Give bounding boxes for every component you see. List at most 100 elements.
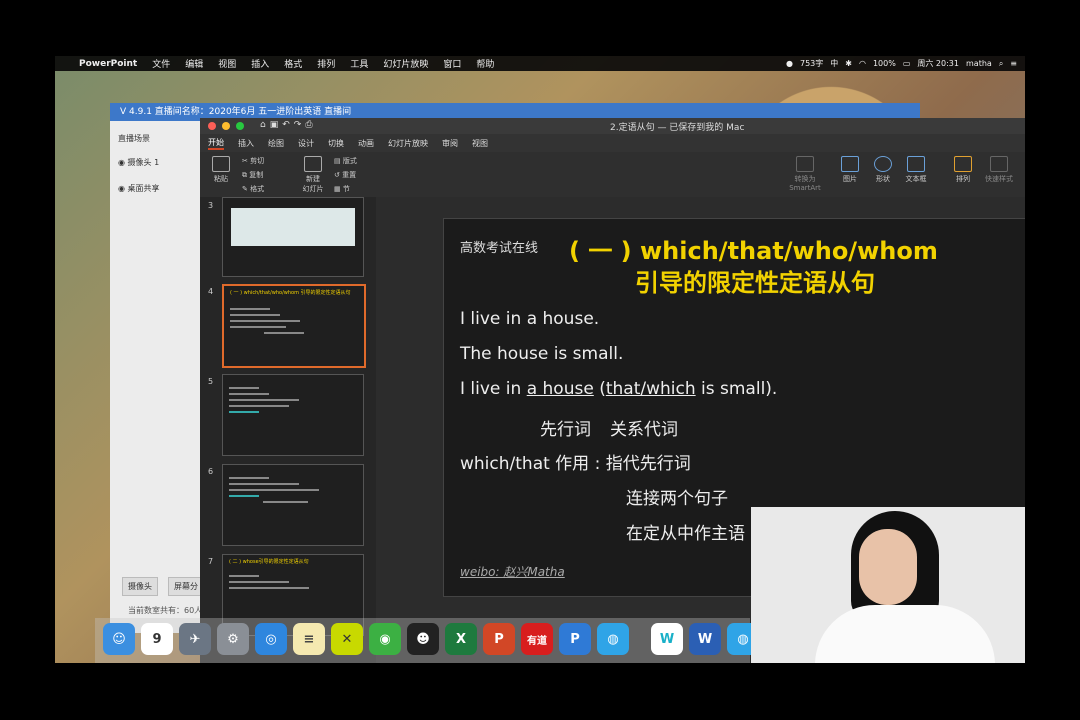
wifi-icon[interactable]: ◠	[859, 59, 866, 68]
scenes-header: 直播场景	[118, 134, 150, 143]
menu-view[interactable]: 视图	[218, 57, 236, 70]
relative-pronoun-label: 关系代词	[610, 420, 678, 440]
thumbnail-table	[231, 208, 355, 246]
layout-button[interactable]: ▤ 版式	[334, 154, 374, 168]
eye-icon[interactable]: ◉	[118, 184, 128, 193]
clock[interactable]: 周六 20:31	[917, 58, 959, 69]
source-desktop[interactable]: ◉ 桌面共享	[118, 183, 160, 194]
source-desktop-label: 桌面共享	[127, 184, 160, 193]
tab-review[interactable]: 审阅	[442, 138, 458, 149]
menu-format[interactable]: 格式	[284, 57, 302, 70]
wechat-dock-icon[interactable]: ◉	[369, 623, 401, 655]
section-button[interactable]: ▦ 节	[334, 182, 374, 196]
redo-icon[interactable]: ↷	[294, 120, 306, 130]
slide-title-line1: ( 一 ) which/that/who/whom	[569, 237, 938, 265]
home-icon[interactable]: ⌂	[260, 120, 270, 130]
close-icon[interactable]	[208, 122, 216, 130]
list-icon[interactable]: ≡	[1010, 59, 1017, 68]
safari-icon[interactable]: ◎	[255, 623, 287, 655]
youdao-icon[interactable]: 有道	[521, 623, 553, 655]
wechat-icon[interactable]: ●	[786, 59, 793, 68]
finder-icon[interactable]: ☺	[103, 623, 135, 655]
arrange-icon	[954, 156, 972, 172]
quick-style-button[interactable]: 快速样式	[981, 152, 1017, 184]
source-camera-label: 摄像头 1	[127, 158, 160, 167]
clipboard-group: ✂ 剪切 ⧉ 复制 ✎ 格式	[242, 154, 282, 196]
excel-icon[interactable]: X	[445, 623, 477, 655]
slide-thumbnail-3[interactable]	[222, 197, 364, 277]
menu-help[interactable]: 帮助	[476, 57, 494, 70]
menu-window[interactable]: 窗口	[443, 57, 461, 70]
xmind-icon[interactable]: ✕	[331, 623, 363, 655]
powerpoint-icon[interactable]: P	[483, 623, 515, 655]
picture-button[interactable]: 图片	[835, 152, 865, 184]
format-painter-button[interactable]: ✎ 格式	[242, 182, 282, 196]
qq-icon[interactable]: ☻	[407, 623, 439, 655]
slide-thumbnail-6[interactable]	[222, 464, 364, 546]
reset-button[interactable]: ↺ 重置	[334, 168, 374, 182]
new-slide-button[interactable]: 新建 幻灯片	[296, 152, 330, 194]
tab-transitions[interactable]: 切换	[328, 138, 344, 149]
menu-app-name[interactable]: PowerPoint	[79, 59, 137, 69]
ribbon: 粘贴 ✂ 剪切 ⧉ 复制 ✎ 格式 新建 幻灯片 ▤ 版式 ↺ 重置 ▦ 节 转…	[200, 152, 1025, 197]
menu-arrange[interactable]: 排列	[317, 57, 335, 70]
tab-view[interactable]: 视图	[472, 138, 488, 149]
ribbon-tabs: 开始 插入 绘图 设计 切换 动画 幻灯片放映 审阅 视图	[200, 134, 1025, 152]
p-app-icon[interactable]: P	[559, 623, 591, 655]
tab-draw[interactable]: 绘图	[268, 138, 284, 149]
shape-button[interactable]: 形状	[868, 152, 898, 184]
smartart-button[interactable]: 转换为 SmartArt	[785, 152, 825, 192]
tab-animations[interactable]: 动画	[358, 138, 374, 149]
menu-file[interactable]: 文件	[152, 57, 170, 70]
menu-tools[interactable]: 工具	[350, 57, 368, 70]
copy-button[interactable]: ⧉ 复制	[242, 168, 282, 182]
textbox-icon	[907, 156, 925, 172]
tab-design[interactable]: 设计	[298, 138, 314, 149]
relative-pronoun-underlined: that/which	[605, 379, 696, 399]
word-icon[interactable]: W	[689, 623, 721, 655]
arrange-button[interactable]: 排列	[948, 152, 978, 184]
eye-icon[interactable]: ◉	[118, 158, 128, 167]
source-camera[interactable]: ◉ 摄像头 1	[118, 157, 159, 168]
notes-icon[interactable]: ≡	[293, 623, 325, 655]
input-method[interactable]: 中	[830, 58, 838, 69]
bluetooth-icon[interactable]: ✱	[845, 59, 852, 68]
slide-title-line2: 引导的限定性定语从句	[635, 269, 875, 297]
search-icon[interactable]: ⌕	[999, 59, 1003, 69]
paste-button[interactable]: 粘贴	[206, 152, 236, 184]
webcam-overlay	[751, 507, 1025, 663]
slide-thumbnail-5[interactable]	[222, 374, 364, 456]
undo-icon[interactable]: ↶	[282, 120, 294, 130]
battery-text: 100%	[872, 59, 896, 68]
textbox-button[interactable]: 文本框	[901, 152, 931, 184]
w-app-icon[interactable]: W	[651, 623, 683, 655]
launchpad-icon[interactable]: ✈	[179, 623, 211, 655]
camera-button[interactable]: 摄像头	[122, 577, 158, 596]
print-icon[interactable]: ⎙	[305, 120, 316, 130]
zoom-app-icon[interactable]: ◍	[597, 623, 629, 655]
system-preferences-icon[interactable]: ⚙	[217, 623, 249, 655]
user-name[interactable]: matha	[966, 59, 992, 68]
tab-slideshow[interactable]: 幻灯片放映	[388, 138, 428, 149]
zoom-icon[interactable]	[236, 122, 244, 130]
dock: ☺ 9 ✈ ⚙ ◎ ≡ ✕ ◉ ☻ X P 有道 P ◍ W W ◍	[95, 618, 759, 663]
save-icon[interactable]: ▣	[270, 120, 283, 130]
screen-button[interactable]: 屏幕分	[168, 577, 204, 596]
minimize-icon[interactable]	[222, 122, 230, 130]
calendar-icon[interactable]: 9	[141, 623, 173, 655]
tab-home[interactable]: 开始	[208, 137, 224, 150]
battery-icon[interactable]: ▭	[903, 59, 911, 68]
antecedent-underlined: a house	[526, 379, 594, 399]
menu-insert[interactable]: 插入	[251, 57, 269, 70]
tab-insert[interactable]: 插入	[238, 138, 254, 149]
cut-button[interactable]: ✂ 剪切	[242, 154, 282, 168]
thumbnail-number: 3	[208, 201, 214, 210]
slide-thumbnail-panel[interactable]: 3 4 ( 一 ) which/that/who/whom 引导的限定性定语从句…	[200, 197, 376, 663]
shape-icon	[874, 156, 892, 172]
brand-logo: 高数考试在线	[460, 241, 539, 256]
thumbnail-title: ( 一 ) which/that/who/whom 引导的限定性定语从句	[230, 290, 351, 296]
menu-slideshow[interactable]: 幻灯片放映	[383, 57, 428, 70]
thumbnail-title: ( 二 ) whose引导的限定性定语从句	[229, 559, 309, 565]
slide-thumbnail-4[interactable]: ( 一 ) which/that/who/whom 引导的限定性定语从句	[222, 284, 366, 368]
menu-edit[interactable]: 编辑	[185, 57, 203, 70]
